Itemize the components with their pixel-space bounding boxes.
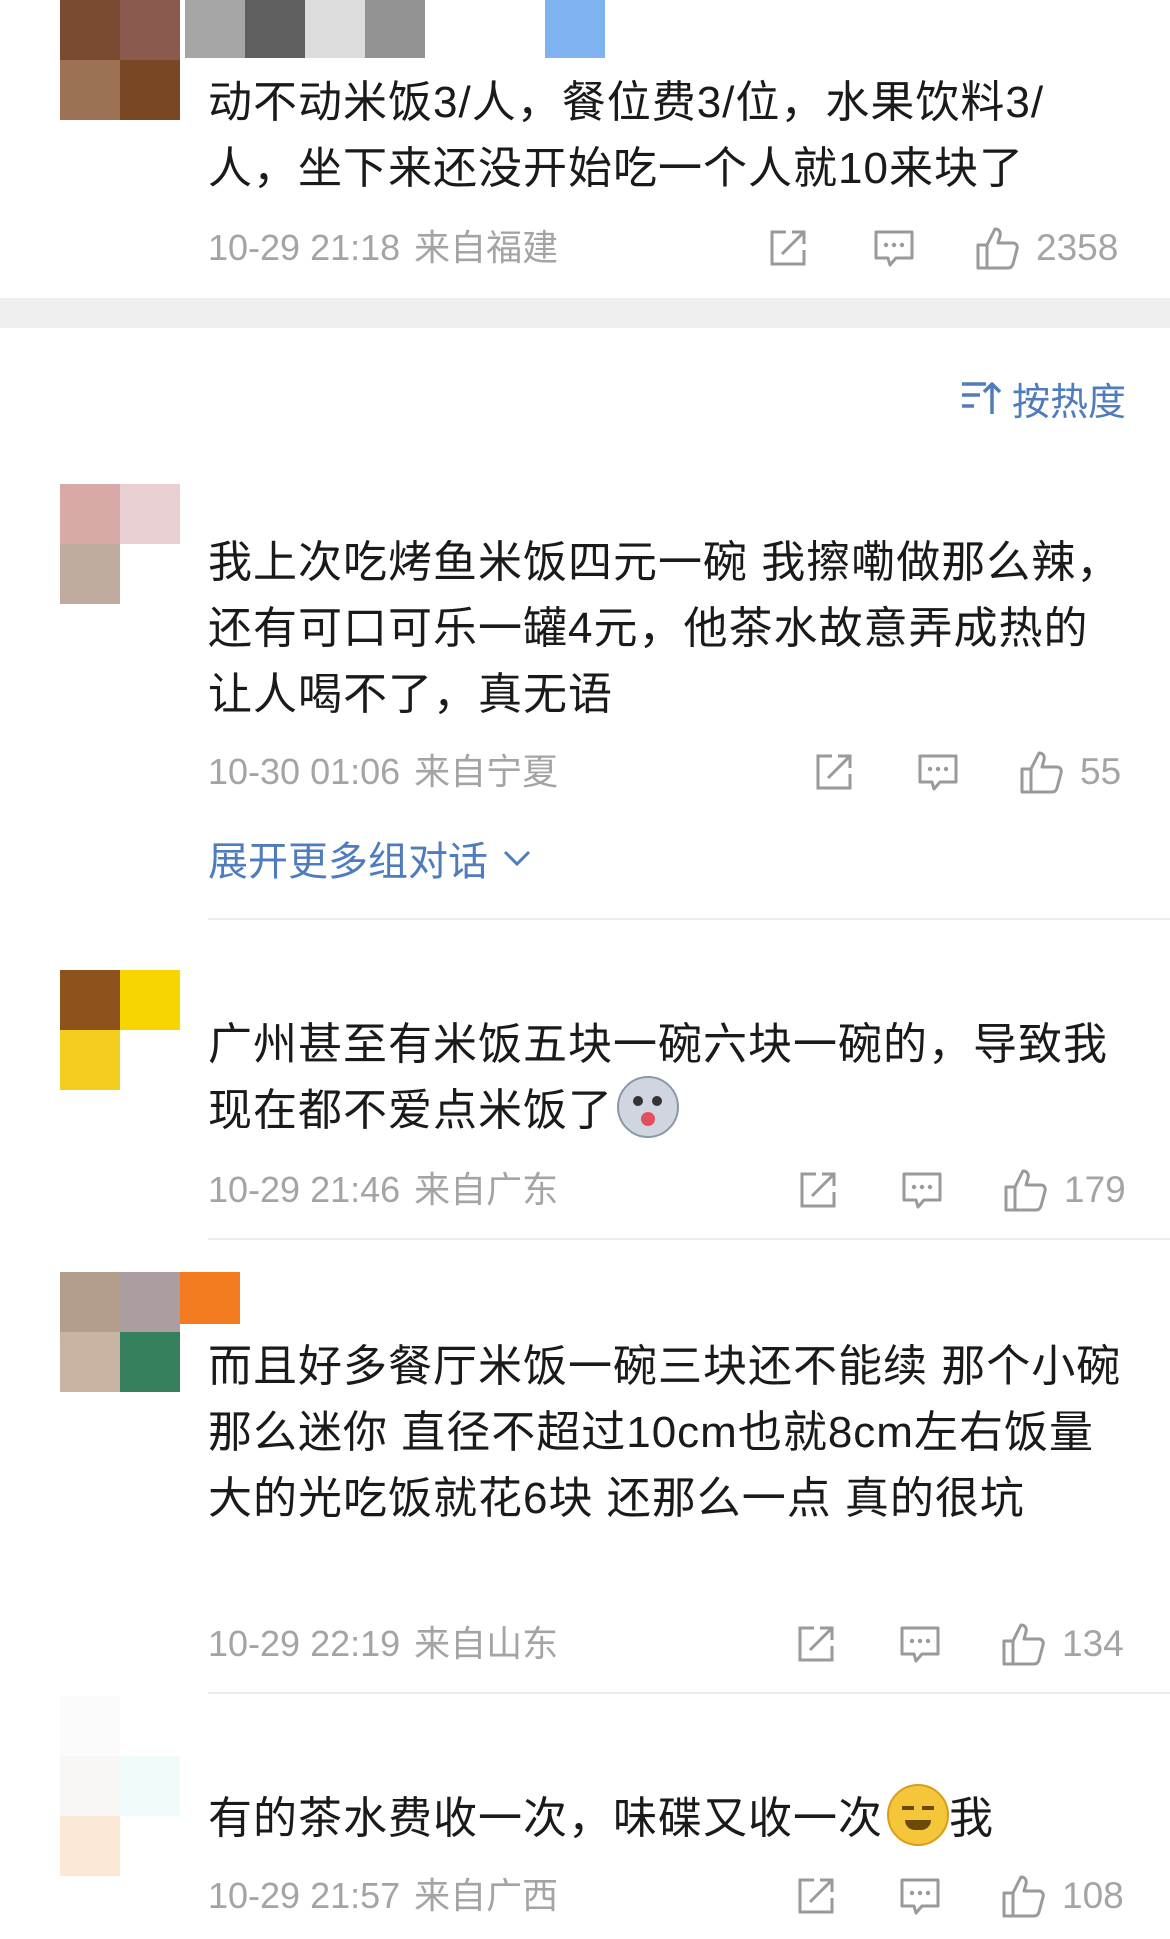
comment-location: 来自福建 bbox=[414, 227, 559, 268]
comment-button[interactable] bbox=[898, 1614, 942, 1674]
comment-meta: 10-29 22:19 来自山东 bbox=[208, 1614, 558, 1674]
comment-text: 动不动米饭3/人，餐位费3/位，水果饮料3/人，坐下来还没开始吃一个人就10来块… bbox=[208, 78, 1045, 193]
share-button[interactable] bbox=[766, 218, 810, 278]
sort-by-hot-button[interactable]: 按热度 bbox=[960, 368, 1126, 428]
comment-text: 广州甚至有米饭五块一碗六块一碗的，导致我现在都不爱点米饭了 bbox=[208, 1012, 1128, 1144]
like-button[interactable]: 108 bbox=[1000, 1866, 1124, 1926]
thumbs-up-icon bbox=[976, 227, 1019, 270]
comment-icon bbox=[902, 1172, 942, 1209]
like-count: 134 bbox=[1062, 1623, 1124, 1664]
comment-location: 来自宁夏 bbox=[414, 751, 559, 792]
comment-text: 我上次吃烤鱼米饭四元一碗 我擦嘞做那么辣，还有可口可乐一罐4元，他茶水故意弄成热… bbox=[208, 538, 1122, 719]
avatar[interactable] bbox=[60, 484, 180, 604]
comment-time: 10-29 22:19 bbox=[208, 1623, 401, 1664]
comment-time: 10-29 21:57 bbox=[208, 1875, 401, 1916]
comment-button[interactable] bbox=[900, 1160, 944, 1220]
like-button[interactable]: 179 bbox=[1002, 1160, 1126, 1220]
expand-label: 展开更多组对话 bbox=[208, 840, 488, 884]
avatar[interactable] bbox=[60, 1696, 180, 1876]
expand-more-conversations-link[interactable]: 展开更多组对话 bbox=[208, 828, 532, 888]
comment-location: 来自广西 bbox=[414, 1875, 559, 1916]
sweat-smile-emoji-icon bbox=[887, 1784, 949, 1847]
comment-location: 来自山东 bbox=[414, 1623, 559, 1664]
avatar[interactable] bbox=[60, 970, 180, 1090]
comment-text: 而且好多餐厅米饭一碗三块还不能续 那个小碗那么迷你 直径不超过10cm也就8cm… bbox=[208, 1342, 1122, 1523]
comment-divider bbox=[208, 1238, 1170, 1240]
avatar-badge bbox=[180, 1272, 240, 1324]
comment-text-content: 有的茶水费收一次，味碟又收一次 bbox=[208, 1794, 883, 1843]
thumbs-up-icon bbox=[1004, 1169, 1047, 1212]
comment-time: 10-29 21:46 bbox=[208, 1169, 401, 1210]
husky-emoji-icon bbox=[617, 1076, 679, 1139]
section-separator bbox=[0, 298, 1170, 328]
share-button[interactable] bbox=[794, 1614, 838, 1674]
comment-meta: 10-29 21:18 来自福建 bbox=[208, 218, 558, 278]
sort-icon bbox=[961, 382, 1002, 414]
comment-button[interactable] bbox=[898, 1866, 942, 1926]
avatar[interactable] bbox=[60, 0, 180, 120]
share-icon bbox=[800, 1172, 836, 1208]
share-icon bbox=[798, 1878, 834, 1914]
thumbs-up-icon bbox=[1020, 751, 1063, 794]
share-icon bbox=[770, 230, 806, 266]
chevron-down-icon bbox=[503, 850, 531, 867]
like-count: 2358 bbox=[1036, 227, 1119, 268]
avatar[interactable] bbox=[60, 1272, 180, 1392]
like-button[interactable]: 2358 bbox=[974, 218, 1118, 278]
comment-divider bbox=[208, 1692, 1170, 1694]
comment-icon bbox=[900, 1626, 940, 1663]
comment-divider bbox=[208, 918, 1170, 920]
like-count: 55 bbox=[1080, 751, 1122, 792]
comment-button[interactable] bbox=[916, 742, 960, 802]
comment-button[interactable] bbox=[872, 218, 916, 278]
share-button[interactable] bbox=[796, 1160, 840, 1220]
share-button[interactable] bbox=[794, 1866, 838, 1926]
comment-text: 有的茶水费收一次，味碟又收一次 我 bbox=[208, 1784, 1128, 1852]
like-button[interactable]: 134 bbox=[1000, 1614, 1124, 1674]
like-count: 179 bbox=[1064, 1169, 1126, 1210]
comment-location: 来自广东 bbox=[414, 1169, 559, 1210]
thumbs-up-icon bbox=[1002, 1875, 1045, 1918]
username-blurred[interactable] bbox=[185, 0, 605, 58]
comment-icon bbox=[874, 230, 914, 267]
share-icon bbox=[816, 754, 852, 790]
share-button[interactable] bbox=[812, 742, 856, 802]
comment-text-tail: 我 bbox=[949, 1794, 994, 1843]
comment-meta: 10-29 21:57 来自广西 bbox=[208, 1866, 558, 1926]
comment-meta: 10-29 21:46 来自广东 bbox=[208, 1160, 558, 1220]
like-count: 108 bbox=[1062, 1875, 1124, 1916]
comment-icon bbox=[900, 1878, 940, 1915]
comment-meta: 10-30 01:06 来自宁夏 bbox=[208, 742, 558, 802]
like-button[interactable]: 55 bbox=[1018, 742, 1121, 802]
comment-time: 10-29 21:18 bbox=[208, 227, 401, 268]
share-icon bbox=[798, 1626, 834, 1662]
sort-label: 按热度 bbox=[1011, 381, 1126, 424]
comment-time: 10-30 01:06 bbox=[208, 751, 401, 792]
comment-icon bbox=[918, 754, 958, 791]
thumbs-up-icon bbox=[1002, 1623, 1045, 1666]
